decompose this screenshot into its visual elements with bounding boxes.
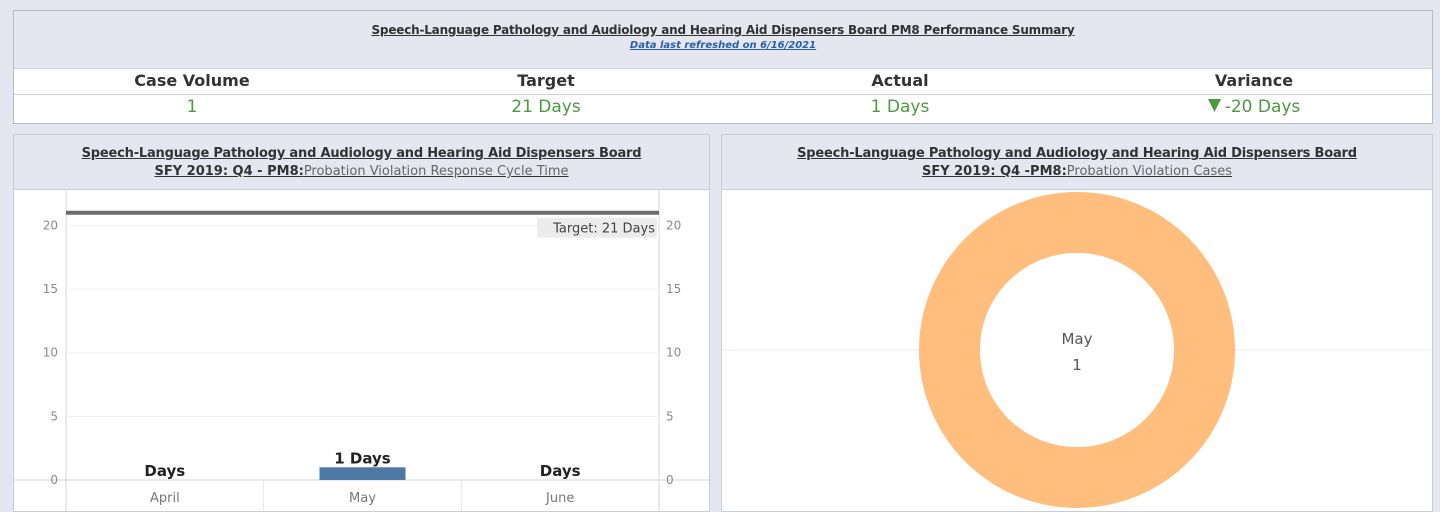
y-tick-label-right: 15 bbox=[666, 282, 681, 296]
triangle-down-icon bbox=[1207, 97, 1221, 117]
cases-donut-chart[interactable]: May 1 bbox=[722, 190, 1432, 511]
donut-center-label: May bbox=[1061, 330, 1092, 348]
y-tick-label-right: 0 bbox=[666, 473, 674, 487]
kpi-label-actual: Actual bbox=[871, 71, 929, 90]
y-tick-label-right: 5 bbox=[666, 409, 674, 423]
y-tick-label-left: 0 bbox=[50, 473, 58, 487]
x-tick-label-june: June bbox=[545, 491, 574, 506]
y-tick-label-left: 15 bbox=[43, 282, 58, 296]
kpi-label-case-volume: Case Volume bbox=[134, 71, 250, 90]
y-tick-label-left: 10 bbox=[43, 346, 58, 360]
y-tick-label-right: 20 bbox=[666, 218, 681, 232]
cases-panel-header: Speech-Language Pathology and Audiology … bbox=[722, 135, 1432, 190]
kpi-value-target: 21 Days bbox=[511, 97, 581, 117]
cycle-time-panel: Speech-Language Pathology and Audiology … bbox=[13, 134, 710, 512]
cycle-time-panel-subtitle[interactable]: SFY 2019: Q4 - PM8:Probation Violation R… bbox=[14, 164, 709, 179]
y-tick-label-right: 10 bbox=[666, 346, 681, 360]
refresh-date-link[interactable]: Data last refreshed on 6/16/2021 bbox=[14, 40, 1432, 51]
cases-subtitle-period: SFY 2019: Q4 -PM8: bbox=[921, 164, 1067, 179]
bar-may bbox=[319, 467, 406, 480]
kpi-label-variance: Variance bbox=[1214, 71, 1294, 90]
cases-panel: Speech-Language Pathology and Audiology … bbox=[721, 134, 1433, 512]
kpi-label-target: Target bbox=[517, 71, 575, 90]
cycle-time-panel-header: Speech-Language Pathology and Audiology … bbox=[14, 135, 709, 190]
variance-value-text: -20 Days bbox=[1224, 97, 1301, 117]
performance-summary: Speech-Language Pathology and Audiology … bbox=[13, 10, 1433, 124]
kpi-value-actual: 1 Days bbox=[870, 97, 930, 117]
donut-center-value: 1 bbox=[1072, 356, 1082, 374]
cycle-time-panel-title[interactable]: Speech-Language Pathology and Audiology … bbox=[14, 146, 709, 161]
y-tick-label-left: 5 bbox=[50, 409, 58, 423]
cases-panel-subtitle[interactable]: SFY 2019: Q4 -PM8:Probation Violation Ca… bbox=[722, 164, 1432, 179]
donut-hole bbox=[980, 253, 1174, 447]
cycle-time-subtitle-period: SFY 2019: Q4 - PM8: bbox=[154, 164, 304, 179]
bar-label-may: 1 Days bbox=[334, 449, 391, 467]
cases-panel-title[interactable]: Speech-Language Pathology and Audiology … bbox=[722, 146, 1432, 161]
summary-header: Speech-Language Pathology and Audiology … bbox=[14, 11, 1432, 69]
kpi-value-case-volume: 1 bbox=[186, 97, 198, 117]
target-label: Target: 21 Days bbox=[552, 222, 655, 237]
y-tick-label-left: 20 bbox=[43, 218, 58, 232]
kpi-value-row: 1 21 Days 1 Days -20 Days bbox=[14, 97, 1432, 121]
summary-title[interactable]: Speech-Language Pathology and Audiology … bbox=[14, 23, 1432, 37]
kpi-value-variance: -20 Days bbox=[1104, 97, 1404, 117]
kpi-header-row: Case Volume Target Actual Variance bbox=[14, 71, 1432, 95]
bar-label-april: Days bbox=[144, 462, 185, 480]
cycle-time-subtitle-metric: Probation Violation Response Cycle Time bbox=[303, 164, 569, 179]
cases-subtitle-metric: Probation Violation Cases bbox=[1066, 164, 1233, 179]
x-tick-label-april: April bbox=[150, 491, 180, 506]
x-tick-label-may: May bbox=[349, 491, 376, 506]
bar-label-june: Days bbox=[540, 462, 581, 480]
cycle-time-bar-chart[interactable]: 0 0 5 5 10 10 15 15 20 20 April Days May 1 Days June Da… bbox=[14, 190, 709, 511]
